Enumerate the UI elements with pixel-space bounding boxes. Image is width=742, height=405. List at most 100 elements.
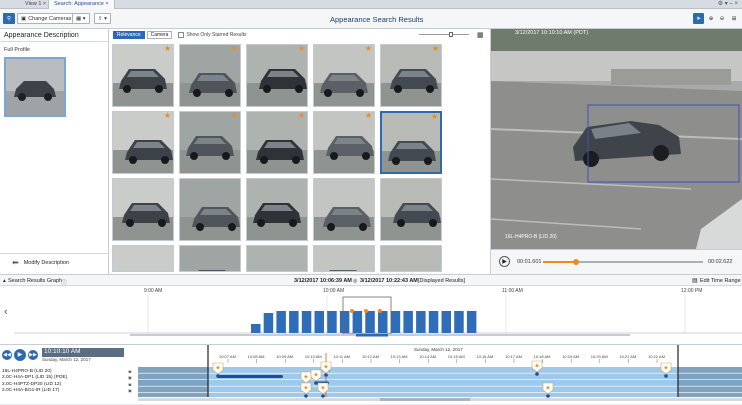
tab-search-appearance[interactable]: Search: Appearance × (48, 0, 115, 9)
star-icon: ★ (323, 364, 328, 371)
histogram-bar (416, 311, 426, 333)
histogram-bar (339, 311, 350, 333)
thumbnail-size-slider[interactable] (419, 34, 469, 35)
result-thumbnail[interactable]: ★ (179, 44, 241, 107)
video-timestamp: 3/12/2017 10:10:10 AM (PDT) (515, 30, 589, 36)
timeline-tick-label: 10:10 AM (304, 354, 322, 359)
star-icon[interactable]: ★ (164, 112, 171, 120)
export-button[interactable]: ⇪ ▾ (94, 13, 111, 24)
histogram-bar (289, 311, 299, 333)
histogram-bar (441, 311, 451, 333)
result-thumbnail[interactable]: ★ (380, 111, 442, 174)
tab-view-1[interactable]: View 1 × (20, 0, 51, 9)
star-icon: ★ (545, 385, 550, 392)
profile-thumbnail[interactable] (4, 57, 66, 117)
star-icon[interactable]: ★ (164, 45, 171, 53)
graph-scroll-left-icon[interactable]: ‹ (4, 306, 8, 318)
result-thumbnail[interactable]: ★ (179, 111, 241, 174)
histogram-bar (327, 311, 337, 333)
star-icon: ★ (303, 374, 308, 381)
scrubber-handle[interactable] (573, 259, 579, 265)
histogram-bar (378, 311, 388, 333)
window-controls[interactable]: ⚙ ▾ – × (718, 0, 738, 7)
results-grid-panel: Relevance Camera Show Only Starred Resul… (109, 29, 491, 274)
sort-camera-button[interactable]: Camera (146, 31, 173, 39)
zoom-in-icon[interactable]: ⊕ (706, 13, 716, 24)
star-icon: ★ (215, 365, 220, 372)
star-icon[interactable]: ★ (231, 45, 238, 53)
pointer-icon[interactable]: ➤ (693, 13, 704, 24)
result-thumbnail[interactable]: ★ (246, 44, 308, 107)
star-icon[interactable]: ★ (298, 45, 305, 53)
timeline-tick-label: 10:13 AM (390, 354, 408, 359)
histogram-bar (466, 311, 477, 333)
timeline-tick-label: 10:08 AM (247, 354, 265, 359)
search-icon[interactable]: ⚲ (3, 13, 15, 24)
starred-only-label: Show Only Starred Results (186, 32, 247, 38)
result-thumbnail[interactable] (179, 178, 241, 241)
star-icon[interactable]: ★ (365, 45, 372, 53)
timeline-tick-label: 10:16 AM (476, 354, 494, 359)
sort-relevance-button[interactable]: Relevance (113, 31, 145, 39)
starred-marker (350, 309, 354, 313)
result-thumbnail[interactable] (380, 245, 442, 272)
page-title: Appearance Search Results (330, 15, 424, 24)
full-profile-label: Full Profile (4, 47, 30, 53)
star-icon[interactable]: ★ (431, 113, 438, 121)
change-cameras-button[interactable]: ▣ Change Cameras (17, 13, 76, 24)
starred-only-checkbox[interactable] (178, 32, 185, 38)
timeline-tick-label: 10:22 AM (648, 354, 665, 359)
histogram-bar (428, 311, 439, 333)
appearance-description-panel: Appearance Description Full Profile ⬅ Mo… (0, 29, 109, 274)
event-dot (216, 374, 220, 378)
event-dot (324, 373, 328, 377)
result-thumbnail[interactable] (179, 245, 241, 272)
histogram-bar (263, 313, 274, 333)
calendar-icon: ▤ (692, 278, 698, 284)
histogram-bar (251, 324, 261, 333)
timeline-tick-label: 10:15 AM (447, 354, 465, 359)
result-thumbnail[interactable] (313, 245, 375, 272)
export-icon: ⇪ ▾ (98, 15, 107, 22)
graph-scroll-thumb (356, 334, 388, 337)
result-thumbnail[interactable]: ★ (246, 111, 308, 174)
total-time: 00:02.622 (708, 259, 733, 265)
result-thumbnail[interactable]: ★ (313, 44, 375, 107)
timeline-tick-label: 10:09 AM (276, 354, 294, 359)
timeline-tick-label: 10:20 AM (590, 354, 608, 359)
result-thumbnail[interactable] (380, 178, 442, 241)
result-thumbnail[interactable] (246, 245, 308, 272)
result-thumbnail[interactable]: ★ (380, 44, 442, 107)
edit-time-range-button[interactable]: Edit Time Range (700, 278, 741, 284)
result-thumbnail[interactable]: ★ (313, 111, 375, 174)
event-dot (314, 381, 318, 385)
range-separator-icon: ◎ (353, 278, 358, 284)
timeline-tick-label: 10:07 AM (219, 354, 236, 359)
result-thumbnail[interactable]: ★ (112, 44, 174, 107)
star-icon[interactable]: ★ (231, 112, 238, 120)
layout-button[interactable]: ▦ ▾ (72, 13, 90, 24)
result-thumbnail[interactable]: ★ (112, 111, 174, 174)
grid-view-icon[interactable]: ▦ (477, 31, 484, 39)
result-thumbnail[interactable] (112, 178, 174, 241)
starred-marker (364, 309, 368, 313)
result-thumbnail[interactable] (246, 178, 308, 241)
star-icon[interactable]: ★ (365, 112, 372, 120)
starred-marker (378, 309, 382, 313)
event-dot (546, 394, 550, 398)
zoom-out-icon[interactable]: ⊖ (717, 13, 727, 24)
modify-description-button[interactable]: ⬅ Modify Description (0, 253, 108, 271)
histogram-bar (314, 311, 324, 333)
result-thumbnail[interactable] (313, 178, 375, 241)
star-icon[interactable]: ★ (298, 112, 305, 120)
slider-handle[interactable] (449, 32, 453, 37)
result-thumbnail[interactable] (112, 245, 174, 272)
play-icon[interactable]: ▶ (499, 256, 510, 267)
histogram-bar (276, 311, 286, 333)
fit-icon[interactable]: ⊞ (729, 13, 739, 24)
grid-icon: ▦ ▾ (76, 15, 86, 22)
toolbar: ⚲ ▣ Change Cameras ▦ ▾ ⇪ ▾ Appearance Se… (0, 9, 742, 29)
star-icon[interactable]: ★ (432, 45, 439, 53)
timeline-tick-label: 10:19 AM (562, 354, 580, 359)
graph-collapse-icon[interactable]: ▴ (3, 278, 6, 284)
